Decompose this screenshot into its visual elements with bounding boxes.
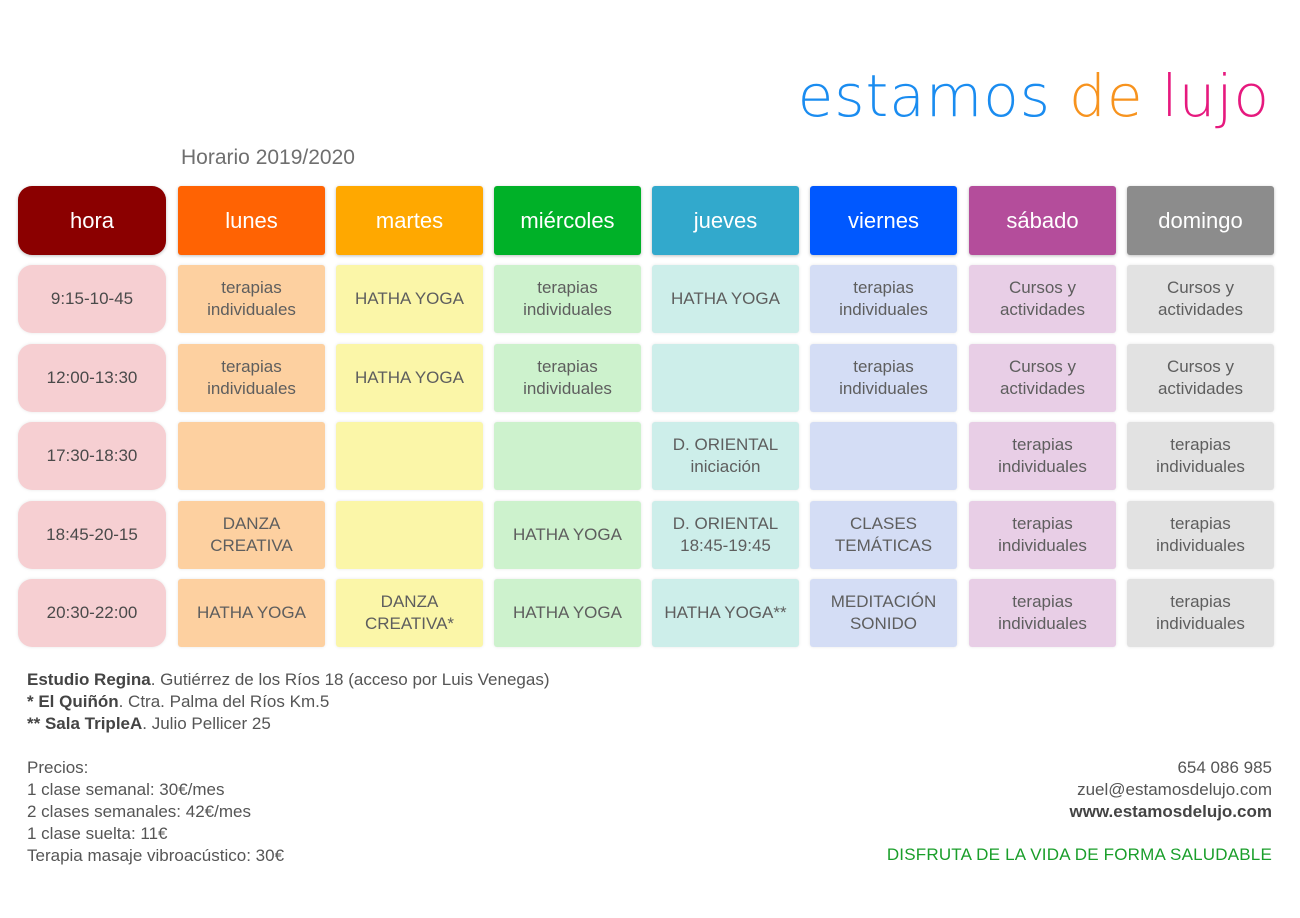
schedule-cell-sabado: terapias individuales xyxy=(969,501,1116,569)
schedule-grid: hora lunes martes miércoles jueves viernes sáb… xyxy=(18,186,1278,648)
schedule-cell-domingo: Cursos y actividades xyxy=(1127,344,1274,412)
schedule-cell-viernes: CLASES TEMÁTICAS xyxy=(810,501,957,569)
day-header-hora: hora xyxy=(18,186,166,255)
contact-website: www.estamosdelujo.com xyxy=(1069,802,1272,821)
price-item: 2 clases semanales: 42€/mes xyxy=(27,802,251,821)
schedule-cell-martes: HATHA YOGA xyxy=(336,344,483,412)
schedule-cell-sabado: terapias individuales xyxy=(969,422,1116,490)
schedule-cell-lunes xyxy=(178,422,325,490)
slogan: DISFRUTA DE LA VIDA DE FORMA SALUDABLE xyxy=(886,845,1272,864)
price-item: 1 clase suelta: 11€ xyxy=(27,824,168,843)
contact-phone: 654 086 985 xyxy=(1177,758,1272,777)
location-2: * El Quiñón. Ctra. Palma del Ríos Km.5 xyxy=(27,692,330,711)
schedule-cell-martes xyxy=(336,501,483,569)
schedule-cell-domingo: terapias individuales xyxy=(1127,579,1274,647)
logo-word-2: de xyxy=(1069,62,1144,130)
schedule-cell-miercoles: terapias individuales xyxy=(494,265,641,333)
time-slot: 17:30-18:30 xyxy=(18,422,166,490)
time-slot: 12:00-13:30 xyxy=(18,344,166,412)
contact: 654 086 985 zuel@estamosdelujo.com www.e… xyxy=(1070,757,1272,823)
schedule-cell-jueves xyxy=(652,344,799,412)
schedule-title: Horario 2019/2020 xyxy=(181,146,355,169)
schedule-cell-viernes: MEDITACIÓN SONIDO xyxy=(810,579,957,647)
schedule-cell-lunes: terapias individuales xyxy=(178,265,325,333)
day-header-domingo: domingo xyxy=(1127,186,1274,255)
time-slot: 20:30-22:00 xyxy=(18,579,166,647)
schedule-cell-miercoles: HATHA YOGA xyxy=(494,501,641,569)
logo-word-1: estamos xyxy=(797,62,1052,130)
schedule-cell-martes xyxy=(336,422,483,490)
location-1: Estudio Regina. Gutiérrez de los Ríos 18… xyxy=(27,670,550,689)
day-header-sabado: sábado xyxy=(969,186,1116,255)
prices-heading: Precios: xyxy=(27,758,89,777)
contact-email: zuel@estamosdelujo.com xyxy=(1077,780,1272,799)
schedule-cell-domingo: Cursos y actividades xyxy=(1127,265,1274,333)
schedule-cell-lunes: terapias individuales xyxy=(178,344,325,412)
schedule-cell-viernes: terapias individuales xyxy=(810,344,957,412)
locations: Estudio Regina. Gutiérrez de los Ríos 18… xyxy=(27,669,550,735)
day-header-jueves: jueves xyxy=(652,186,799,255)
schedule-cell-lunes: DANZA CREATIVA xyxy=(178,501,325,569)
schedule-cell-lunes: HATHA YOGA xyxy=(178,579,325,647)
brand-logo: estamos de lujo xyxy=(798,56,1270,136)
schedule-cell-jueves: HATHA YOGA** xyxy=(652,579,799,647)
schedule-cell-domingo: terapias individuales xyxy=(1127,501,1274,569)
day-header-viernes: viernes xyxy=(810,186,957,255)
schedule-cell-sabado: terapias individuales xyxy=(969,579,1116,647)
location-3: ** Sala TripleA. Julio Pellicer 25 xyxy=(27,714,271,733)
schedule-cell-martes: DANZA CREATIVA* xyxy=(336,579,483,647)
schedule-cell-jueves: HATHA YOGA xyxy=(652,265,799,333)
schedule-cell-miercoles: HATHA YOGA xyxy=(494,579,641,647)
schedule-cell-martes: HATHA YOGA xyxy=(336,265,483,333)
schedule-cell-sabado: Cursos y actividades xyxy=(969,265,1116,333)
price-item: Terapia masaje vibroacústico: 30€ xyxy=(27,846,285,865)
time-slot: 18:45-20-15 xyxy=(18,501,166,569)
schedule-cell-miercoles xyxy=(494,422,641,490)
day-header-lunes: lunes xyxy=(178,186,325,255)
logo-word-3: lujo xyxy=(1161,62,1270,130)
time-slot: 9:15-10-45 xyxy=(18,265,166,333)
day-header-miercoles: miércoles xyxy=(494,186,641,255)
schedule-cell-domingo: terapias individuales xyxy=(1127,422,1274,490)
schedule-cell-miercoles: terapias individuales xyxy=(494,344,641,412)
prices: Precios: 1 clase semanal: 30€/mes 2 clas… xyxy=(27,757,284,867)
price-item: 1 clase semanal: 30€/mes xyxy=(27,780,225,799)
schedule-cell-viernes xyxy=(810,422,957,490)
schedule-cell-sabado: Cursos y actividades xyxy=(969,344,1116,412)
day-header-martes: martes xyxy=(336,186,483,255)
schedule-cell-jueves: D. ORIENTAL 18:45-19:45 xyxy=(652,501,799,569)
schedule-cell-jueves: D. ORIENTAL iniciación xyxy=(652,422,799,490)
schedule-cell-viernes: terapias individuales xyxy=(810,265,957,333)
